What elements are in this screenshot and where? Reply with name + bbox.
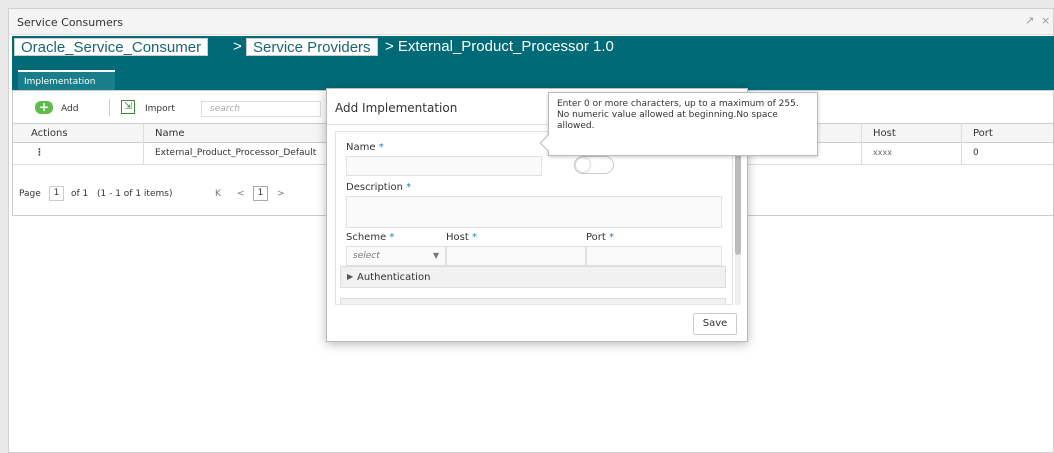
close-icon[interactable]: × <box>1041 14 1050 27</box>
breadcrumb-item-service-providers[interactable]: Service Providers <box>246 38 378 56</box>
port-label: Port * <box>586 232 615 243</box>
page-label: Page <box>19 189 41 199</box>
tooltip-line-1: Enter 0 or more characters, up to a maxi… <box>557 99 799 109</box>
row-host: xxxx <box>873 148 892 157</box>
current-page-button[interactable]: 1 <box>253 186 268 201</box>
add-icon[interactable]: + <box>35 101 53 114</box>
expand-arrow-icon: ▶ <box>347 272 354 281</box>
tab-implementation[interactable]: Implementation <box>18 70 115 90</box>
description-label: Description * <box>346 182 412 193</box>
save-button[interactable]: Save <box>693 313 737 335</box>
host-input[interactable] <box>446 246 586 266</box>
page-of-text: of 1 <box>71 189 89 199</box>
authentication-section[interactable]: ▶ Authentication <box>340 266 726 288</box>
dialog-title: Add Implementation <box>335 101 458 115</box>
first-page-button[interactable]: K <box>215 189 221 199</box>
breadcrumb-separator: > <box>233 38 242 55</box>
import-icon[interactable]: ⇲ <box>121 100 135 114</box>
name-field-tooltip: Enter 0 or more characters, up to a maxi… <box>539 92 818 156</box>
add-button[interactable]: Add <box>61 104 78 114</box>
description-input[interactable] <box>346 196 722 228</box>
pagination: Page 1 of 1 (1 - 1 of 1 items) K < 1 > <box>13 185 343 205</box>
scheme-label: Scheme * <box>346 232 395 243</box>
chevron-down-icon: ▼ <box>433 251 440 260</box>
tooltip-line-2: No numeric value allowed at beginning.No… <box>557 110 778 131</box>
search-input[interactable]: search <box>201 101 321 117</box>
port-input[interactable] <box>586 246 722 266</box>
import-button[interactable]: Import <box>145 104 175 114</box>
breadcrumb-item-service-consumer[interactable]: Oracle_Service_Consumer <box>14 38 209 56</box>
authentication-label: Authentication <box>357 272 431 283</box>
breadcrumb-current: > External_Product_Processor 1.0 <box>385 38 614 55</box>
column-header-host[interactable]: Host <box>873 128 896 139</box>
status-toggle[interactable] <box>574 156 614 174</box>
tab-bar: Implementation <box>12 58 1054 90</box>
dialog-form: Name * Description * Scheme * Host * Por… <box>335 131 733 305</box>
scheme-selected-value: select <box>353 251 380 261</box>
prev-page-button[interactable]: < <box>237 189 245 199</box>
name-input[interactable] <box>346 156 542 176</box>
window-title-bar: Service Consumers ↗ × <box>9 9 1053 35</box>
maximize-icon[interactable]: ↗ <box>1025 14 1034 27</box>
toolbar-divider <box>109 99 110 116</box>
column-header-name[interactable]: Name <box>155 128 185 139</box>
row-actions-menu-icon[interactable]: ⋮ <box>35 148 44 158</box>
column-header-port[interactable]: Port <box>973 128 993 139</box>
host-label: Host * <box>446 232 477 243</box>
items-count-text: (1 - 1 of 1 items) <box>97 189 173 199</box>
row-name: External_Product_Processor_Default <box>155 148 317 158</box>
next-page-button[interactable]: > <box>277 189 285 199</box>
column-header-actions[interactable]: Actions <box>31 128 68 139</box>
page-number-input[interactable]: 1 <box>49 186 64 201</box>
breadcrumb: Oracle_Service_Consumer > Service Provid… <box>12 36 1054 58</box>
row-port: 0 <box>973 148 979 158</box>
name-label: Name * <box>346 142 384 153</box>
collapsed-section[interactable] <box>340 298 726 304</box>
toggle-knob <box>576 158 590 172</box>
dialog-scrollbar[interactable] <box>735 131 741 305</box>
scheme-select[interactable]: select ▼ <box>346 246 446 266</box>
window-title: Service Consumers <box>17 16 123 29</box>
